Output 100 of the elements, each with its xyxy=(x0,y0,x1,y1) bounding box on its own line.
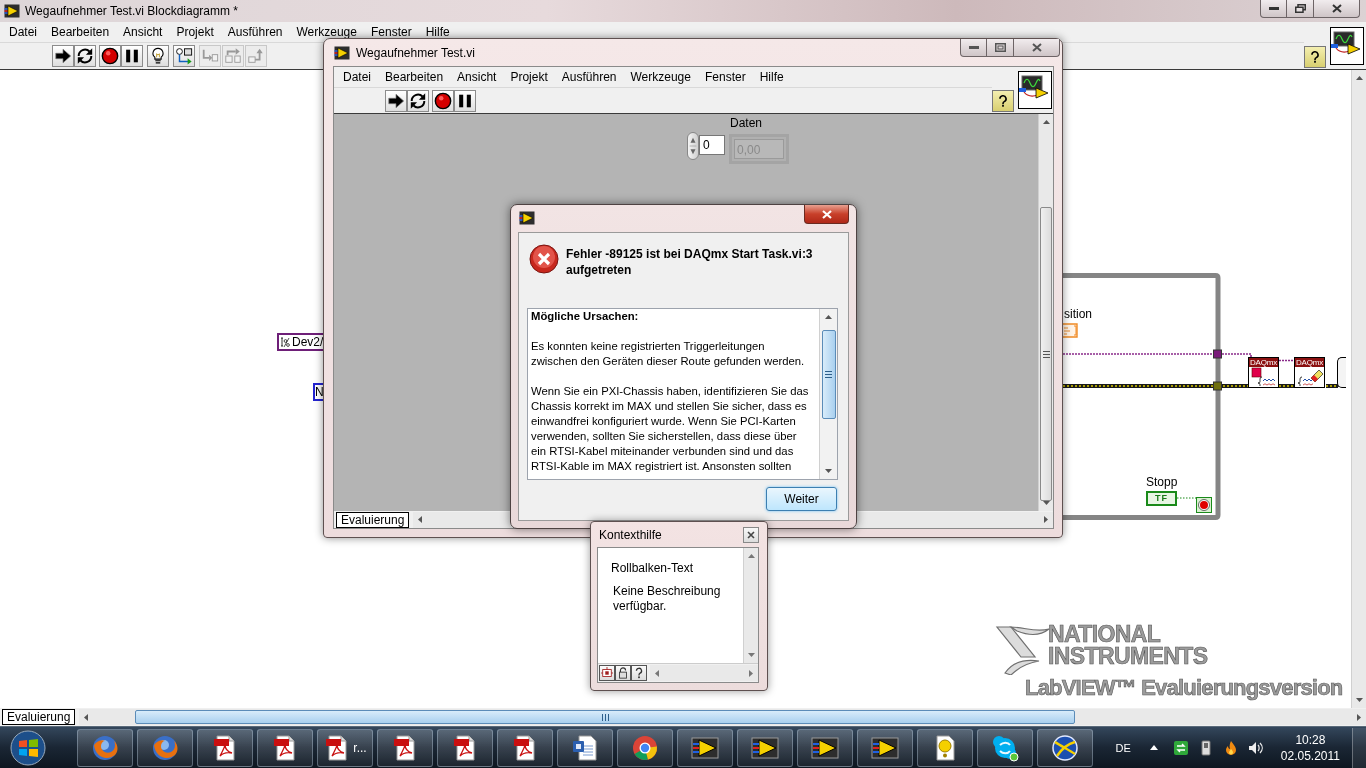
evaluation-tab[interactable]: Evaluierung xyxy=(336,511,410,528)
scroll-up-icon[interactable] xyxy=(825,315,832,319)
vertical-scrollbar[interactable] xyxy=(1351,70,1366,708)
menu-item[interactable]: Werkzeuge xyxy=(289,24,364,40)
taskbar-button[interactable]: r... xyxy=(317,728,373,767)
scroll-thumb[interactable] xyxy=(135,710,1076,724)
menu-item[interactable]: Hilfe xyxy=(752,69,791,85)
vertical-scrollbar[interactable] xyxy=(743,548,758,663)
scroll-up-icon[interactable] xyxy=(1042,120,1050,124)
taskbar-button[interactable] xyxy=(257,728,313,767)
loop-arrows-icon xyxy=(409,91,427,110)
toolbar-button[interactable] xyxy=(99,45,121,67)
taskbar-button[interactable] xyxy=(677,728,733,767)
clock-date: 02.05.2011 xyxy=(1280,747,1340,764)
clock[interactable]: 10:28 02.05.2011 xyxy=(1280,731,1340,764)
menu-item[interactable]: Werkzeuge xyxy=(623,69,698,85)
error-icon xyxy=(529,244,559,274)
menu-item[interactable]: Projekt xyxy=(169,24,221,40)
pause-icon xyxy=(123,47,141,65)
scroll-up-icon[interactable] xyxy=(747,554,755,558)
horizontal-scrollbar[interactable] xyxy=(79,709,1366,725)
scroll-left-icon[interactable] xyxy=(418,516,423,523)
vertical-scrollbar[interactable] xyxy=(1038,114,1053,511)
menu-item[interactable]: Fenster xyxy=(697,69,753,85)
error-heading: Fehler -89125 ist bei DAQmx Start Task.vi:3 aufgetreten xyxy=(566,246,814,278)
toolbar-button[interactable] xyxy=(432,89,454,112)
toolbar-button[interactable] xyxy=(52,45,74,67)
taskbar-button[interactable] xyxy=(1037,728,1093,767)
toolbar-button[interactable] xyxy=(147,45,169,67)
language-indicator[interactable]: DE xyxy=(1115,741,1131,754)
maximize-button[interactable] xyxy=(987,39,1014,57)
minimize-button[interactable] xyxy=(960,39,987,57)
toolbar-button[interactable] xyxy=(407,89,429,112)
scroll-down-icon[interactable] xyxy=(747,653,755,657)
scroll-left-icon[interactable] xyxy=(655,669,659,677)
restore-button[interactable] xyxy=(1287,0,1314,18)
taskbar-button[interactable] xyxy=(977,728,1033,767)
toolbar-button[interactable] xyxy=(631,665,647,681)
toolbar-button[interactable] xyxy=(385,89,407,112)
toolbar-button[interactable] xyxy=(599,665,615,681)
index-spinner[interactable] xyxy=(687,132,699,160)
toolbar-button[interactable] xyxy=(454,89,476,112)
toolbar-button[interactable] xyxy=(74,45,96,67)
vi-icon[interactable] xyxy=(1330,27,1364,65)
menu-item[interactable]: Fenster xyxy=(363,24,419,40)
scroll-thumb[interactable] xyxy=(1040,207,1052,501)
help-description: Keine Beschreibung verfügbar. xyxy=(613,584,722,614)
boolean-wire xyxy=(1176,497,1197,499)
toolbar-button[interactable] xyxy=(173,45,195,67)
vi-icon[interactable] xyxy=(1018,71,1052,109)
horizontal-scrollbar[interactable] xyxy=(650,665,758,681)
scroll-up-icon[interactable] xyxy=(1355,76,1363,80)
taskbar-button[interactable] xyxy=(857,728,913,767)
taskbar-button[interactable] xyxy=(377,728,433,767)
taskbar-button[interactable] xyxy=(917,728,973,767)
tray-arrow-icon[interactable] xyxy=(1149,745,1158,750)
scroll-right-icon[interactable] xyxy=(749,669,753,677)
taskbar-button[interactable] xyxy=(497,728,553,767)
menu-item[interactable]: Bearbeiten xyxy=(378,69,451,85)
menu-item[interactable]: Ansicht xyxy=(116,24,170,40)
close-button[interactable] xyxy=(1314,0,1360,18)
menu-item[interactable]: Bearbeiten xyxy=(44,24,117,40)
sync-icon[interactable] xyxy=(1172,739,1189,756)
browser-globe-icon xyxy=(151,733,179,762)
evaluation-tab[interactable]: Evaluierung xyxy=(2,709,76,725)
scroll-right-icon[interactable] xyxy=(1044,516,1048,523)
browser-globe-icon xyxy=(91,733,119,762)
menu-item[interactable]: Hilfe xyxy=(418,24,457,40)
taskbar-button[interactable] xyxy=(557,728,613,767)
toolbar-button[interactable] xyxy=(121,45,143,67)
menu-item[interactable]: Ansicht xyxy=(450,69,504,85)
start-orb-icon[interactable] xyxy=(10,729,46,766)
menu-item[interactable]: Ausführen xyxy=(554,69,624,85)
continue-button[interactable]: Weiter xyxy=(766,487,837,511)
close-button[interactable] xyxy=(1014,39,1060,57)
run-arrow-icon xyxy=(387,91,405,110)
taskbar-button[interactable] xyxy=(737,728,793,767)
scroll-right-icon[interactable] xyxy=(1357,713,1361,721)
menu-item[interactable]: Datei xyxy=(2,24,44,40)
taskbar-button[interactable] xyxy=(437,728,493,767)
taskbar-button[interactable] xyxy=(797,728,853,767)
menu-item[interactable]: Ausführen xyxy=(220,24,290,40)
help-button[interactable] xyxy=(992,90,1014,112)
scroll-down-icon[interactable] xyxy=(1355,698,1363,702)
taskbar-button[interactable] xyxy=(77,728,133,767)
scroll-down-icon[interactable] xyxy=(825,469,832,473)
taskbar-button[interactable] xyxy=(197,728,253,767)
taskbar-button[interactable] xyxy=(617,728,673,767)
show-desktop-button[interactable] xyxy=(1352,727,1366,768)
scroll-left-icon[interactable] xyxy=(84,713,89,721)
minimize-button[interactable] xyxy=(1260,0,1287,18)
vertical-scrollbar[interactable] xyxy=(819,309,837,479)
taskbar-button[interactable] xyxy=(137,728,193,767)
toolbar-button[interactable] xyxy=(615,665,631,681)
menu-item[interactable]: Projekt xyxy=(503,69,555,85)
help-button[interactable] xyxy=(1304,46,1326,68)
close-button[interactable] xyxy=(804,205,849,224)
menu-item[interactable]: Datei xyxy=(336,69,378,85)
close-button[interactable] xyxy=(743,526,759,543)
scroll-thumb[interactable] xyxy=(821,330,836,419)
